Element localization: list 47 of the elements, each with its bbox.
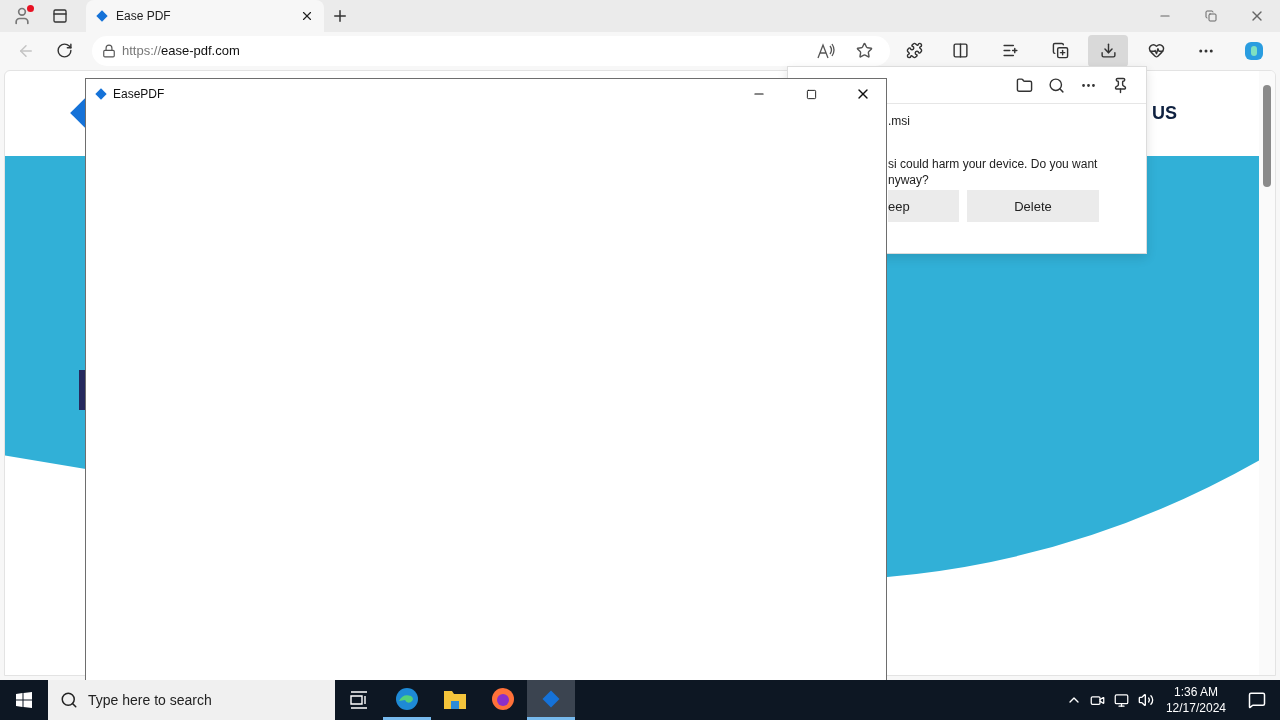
favorite-icon[interactable]	[855, 42, 873, 60]
notification-dot-icon	[27, 5, 34, 12]
new-tab-icon[interactable]	[331, 7, 349, 25]
profile-icon[interactable]	[12, 6, 32, 26]
folder-icon[interactable]	[1015, 76, 1033, 94]
split-screen-icon[interactable]	[951, 42, 969, 60]
copilot-icon[interactable]	[1243, 39, 1265, 62]
collections-icon[interactable]	[1051, 42, 1069, 60]
nav-link[interactable]: US	[1152, 102, 1177, 124]
diamond-icon	[96, 10, 108, 22]
edge-icon	[395, 686, 419, 711]
taskbar-app[interactable]	[527, 680, 575, 720]
search-placeholder: Type here to search	[88, 692, 212, 708]
close-icon[interactable]	[300, 9, 314, 23]
lock-icon	[102, 43, 116, 58]
taskbar-search-field[interactable]: Type here to search	[48, 680, 335, 720]
address-bar[interactable]: https://ease-pdf.com	[92, 35, 890, 66]
tab-title: Ease PDF	[116, 9, 172, 23]
delete-button[interactable]: Delete	[967, 190, 1099, 222]
warning-text: nyway?	[888, 172, 930, 188]
tab-actions-icon[interactable]	[52, 8, 68, 24]
warning-text: si could harm your device. Do you want	[888, 156, 1099, 172]
window-title: EasePDF	[113, 87, 165, 101]
volume-icon[interactable]	[1137, 692, 1154, 708]
extensions-icon[interactable]	[905, 42, 923, 60]
keep-button[interactable]: eep	[888, 190, 959, 222]
browser-tab[interactable]: Ease PDF	[86, 0, 324, 32]
notifications-icon[interactable]	[1248, 691, 1266, 709]
scrollbar-thumb[interactable]	[1263, 84, 1271, 187]
downloads-button[interactable]	[1088, 34, 1128, 67]
file-name: .msi	[888, 114, 911, 128]
restore-icon[interactable]	[1205, 10, 1217, 22]
url-text: https://ease-pdf.com	[122, 43, 241, 59]
heart-pulse-icon[interactable]	[1147, 42, 1165, 60]
search-icon[interactable]	[1047, 76, 1065, 94]
download-icon	[1099, 42, 1117, 60]
task-view-icon[interactable]	[349, 691, 369, 709]
maximize-icon[interactable]	[805, 88, 817, 100]
firefox-icon	[491, 686, 515, 711]
refresh-icon[interactable]	[55, 42, 73, 60]
app-icon	[95, 88, 107, 100]
clock-date[interactable]: 12/17/2024	[1165, 700, 1226, 716]
read-aloud-icon[interactable]	[817, 42, 835, 59]
search-icon	[60, 691, 78, 709]
windows-logo-icon[interactable]	[16, 692, 32, 708]
network-icon[interactable]	[1114, 692, 1130, 708]
clock-time[interactable]: 1:36 AM	[1173, 684, 1218, 700]
